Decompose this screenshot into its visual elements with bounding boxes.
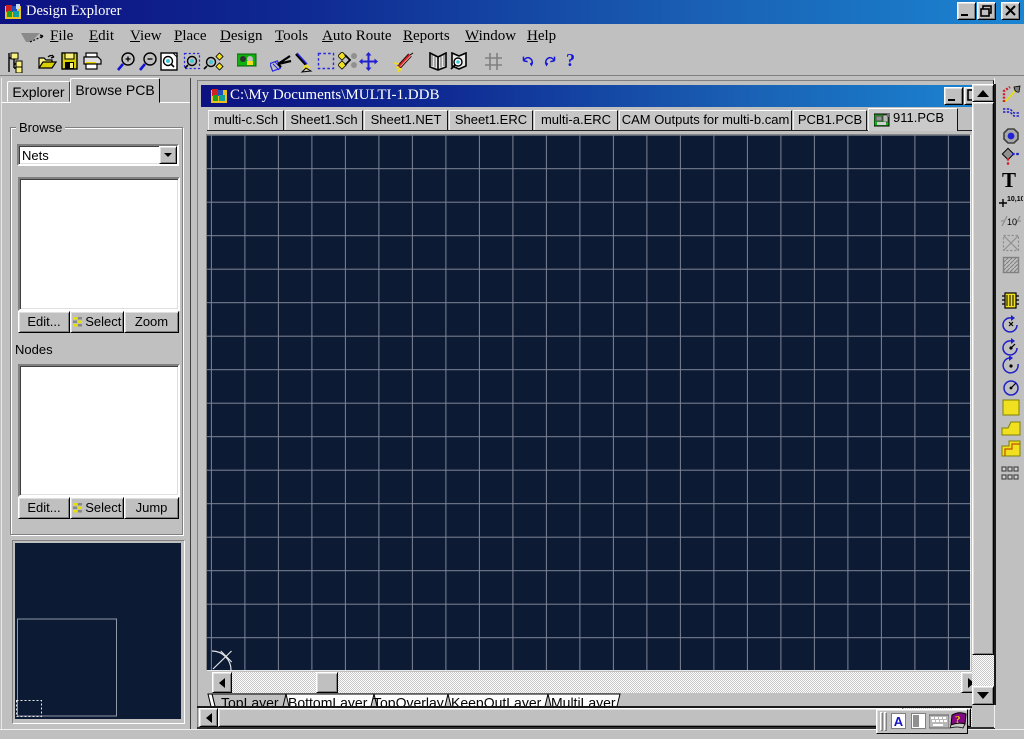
- svg-text:10,10: 10,10: [1007, 196, 1023, 203]
- svg-text:10: 10: [1007, 217, 1017, 227]
- svg-text:?: ?: [955, 714, 961, 726]
